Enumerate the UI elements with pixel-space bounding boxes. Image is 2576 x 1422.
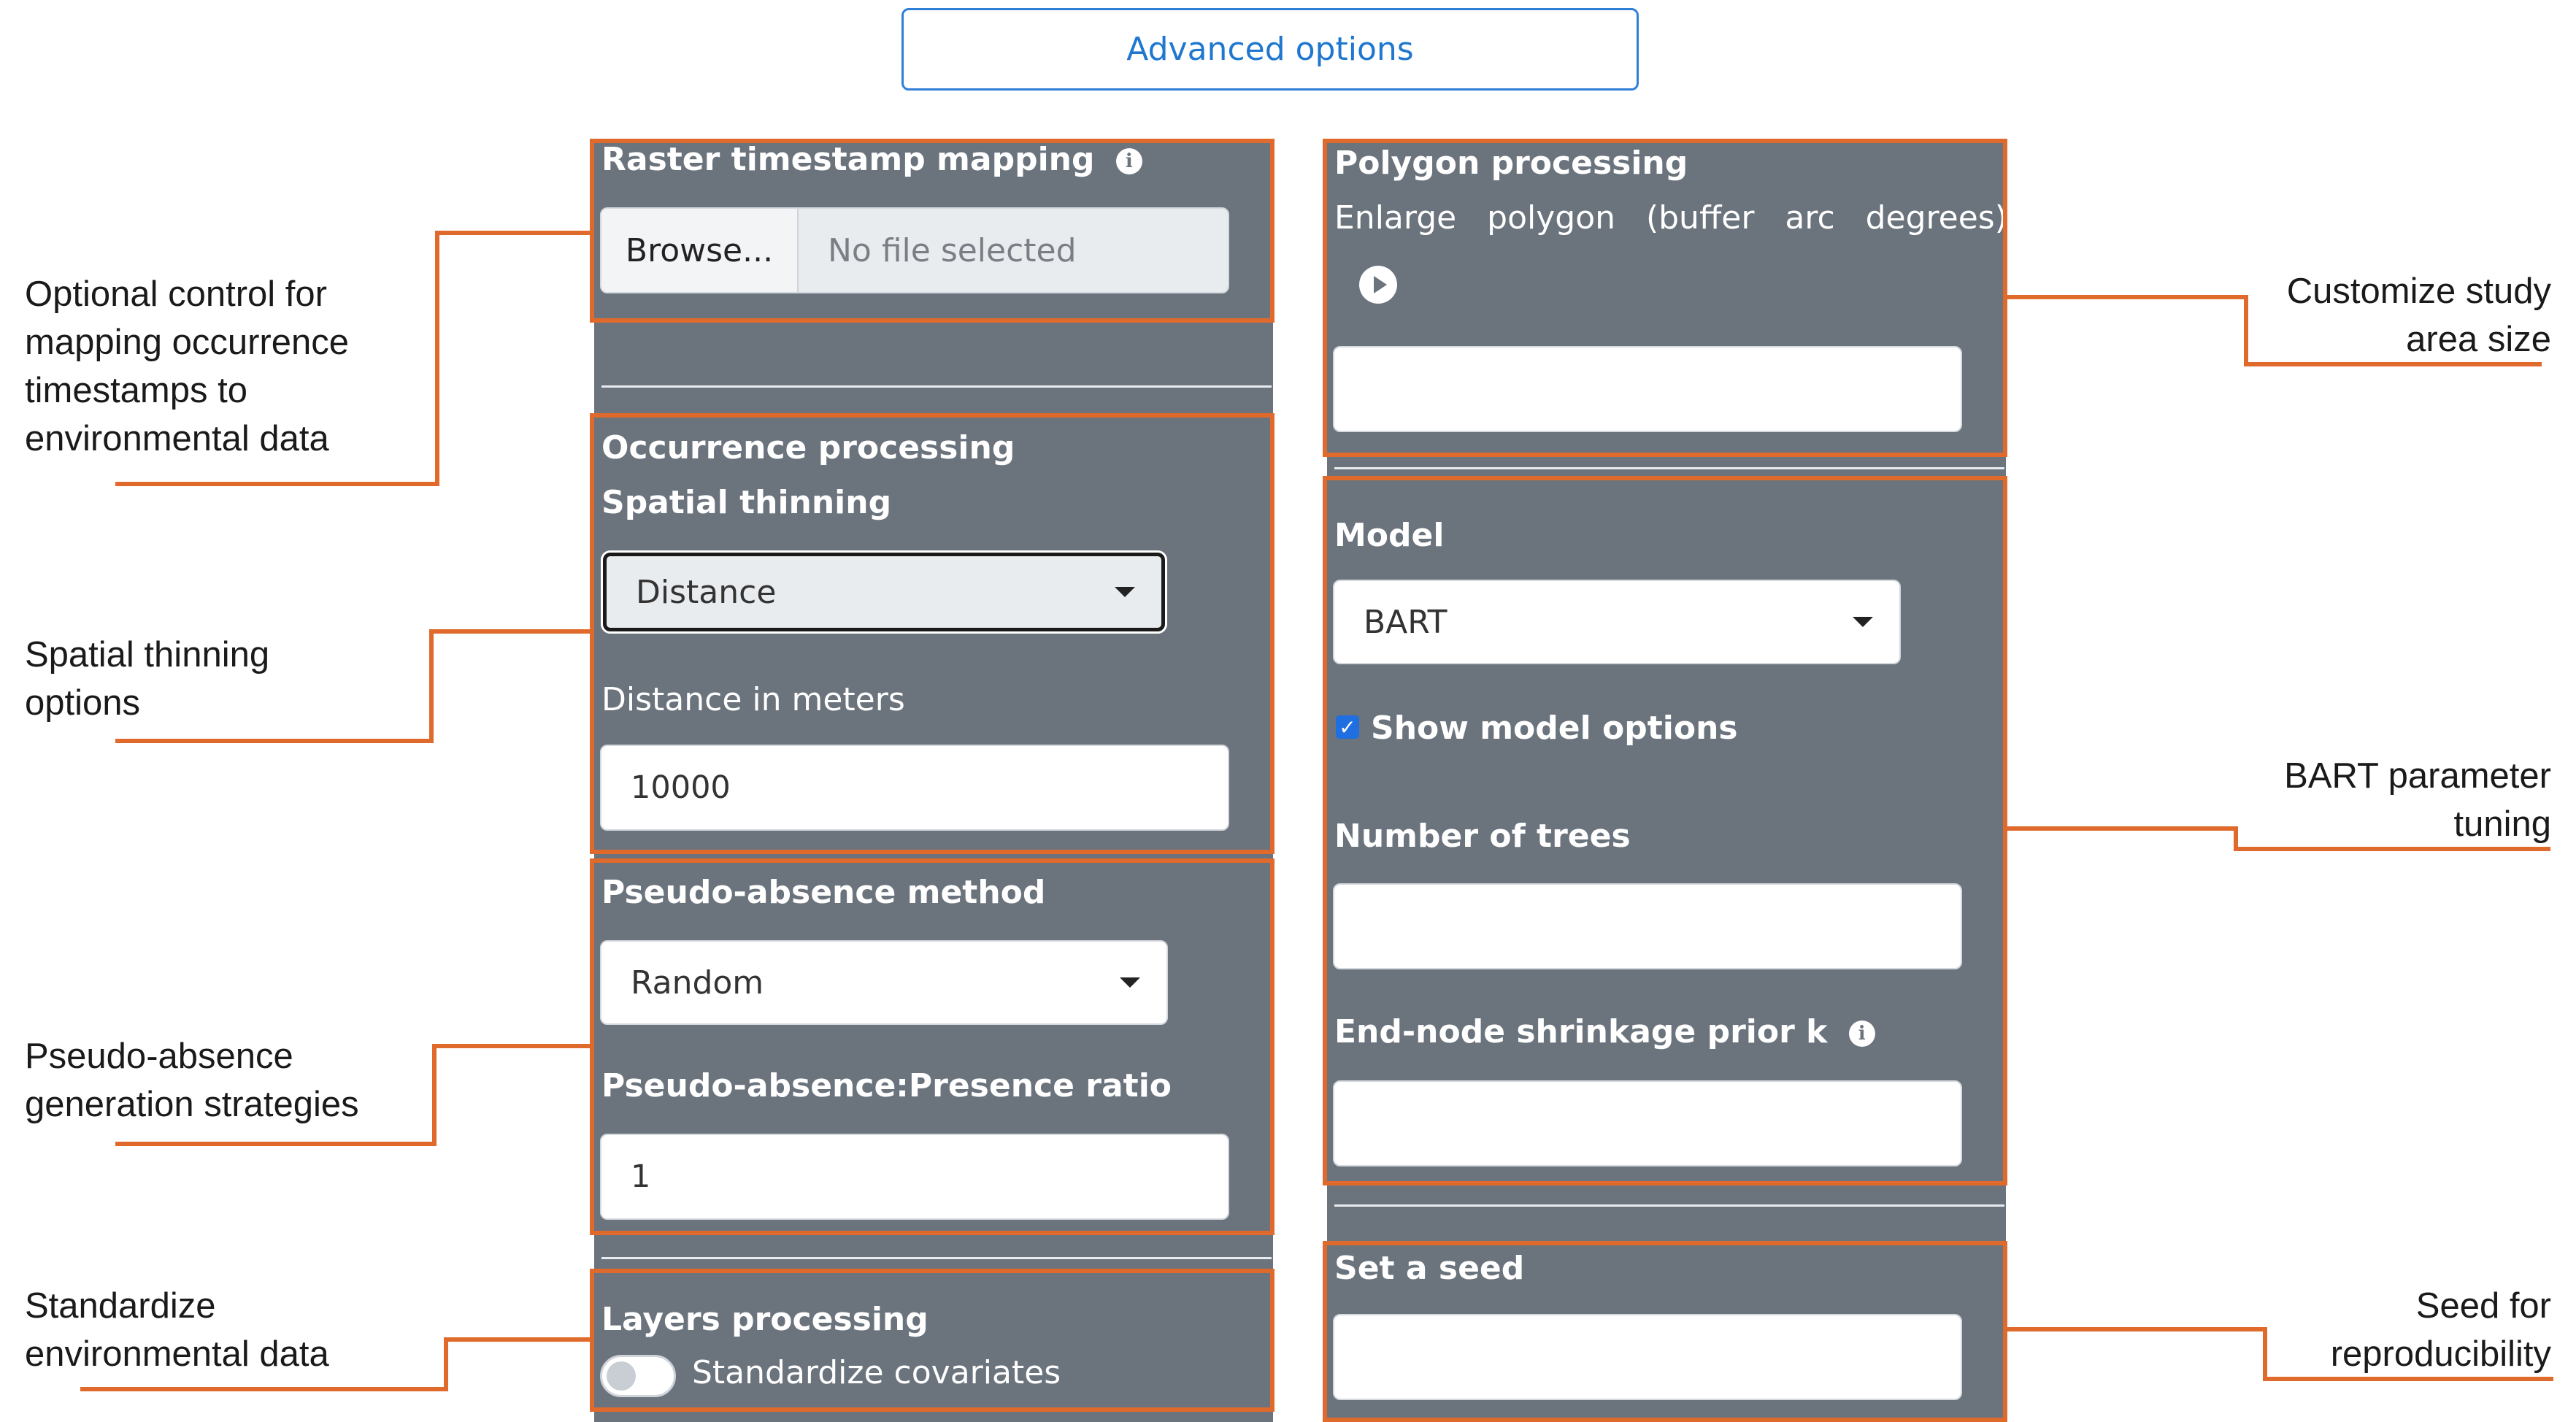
separator xyxy=(601,385,1272,388)
connector-line xyxy=(2244,295,2248,366)
connector-line xyxy=(80,1387,448,1391)
connector-line xyxy=(2263,1377,2553,1381)
pseudo-absence-highlight-box xyxy=(590,858,1274,1235)
connector-line xyxy=(2234,847,2550,851)
separator xyxy=(1334,467,2004,469)
connector-line xyxy=(435,231,590,235)
connector-line xyxy=(429,629,590,634)
connector-line xyxy=(2007,1327,2267,1331)
seed-highlight-box xyxy=(1323,1241,2007,1422)
layers-highlight-box xyxy=(590,1269,1274,1412)
connector-line xyxy=(2263,1327,2267,1381)
connector-line xyxy=(2007,826,2238,831)
annotation-pseudo-absence: Pseudo-absence generation strategies xyxy=(25,1037,359,1124)
annotation-study-area: Customize study area size xyxy=(2286,272,2551,359)
raster-highlight-box xyxy=(590,139,1274,323)
polygon-highlight-box xyxy=(1323,139,2007,457)
annotation-seed: Seed for reproducibility xyxy=(2330,1286,2551,1374)
connector-line xyxy=(115,739,434,743)
connector-line xyxy=(2244,362,2542,366)
annotation-bart-tuning: BART parameter tuning xyxy=(2284,756,2551,844)
model-highlight-box xyxy=(1323,476,2007,1185)
annotation-spatial-thinning: Spatial thinning options xyxy=(25,635,270,723)
connector-line xyxy=(429,629,434,742)
connector-line xyxy=(115,1142,437,1146)
occurrence-highlight-box xyxy=(590,413,1274,854)
connector-line xyxy=(444,1337,590,1342)
annotation-raster: Optional control for mapping occurrence … xyxy=(25,274,349,458)
separator xyxy=(601,1257,1272,1259)
separator xyxy=(1334,1204,2004,1207)
connector-line xyxy=(115,482,439,486)
connector-line xyxy=(432,1044,590,1048)
advanced-options-button[interactable]: Advanced options xyxy=(901,8,1639,91)
connector-line xyxy=(444,1337,448,1391)
connector-line xyxy=(435,231,439,486)
connector-line xyxy=(432,1044,437,1146)
connector-line xyxy=(2007,295,2248,299)
annotation-standardize: Standardize environmental data xyxy=(25,1286,329,1374)
